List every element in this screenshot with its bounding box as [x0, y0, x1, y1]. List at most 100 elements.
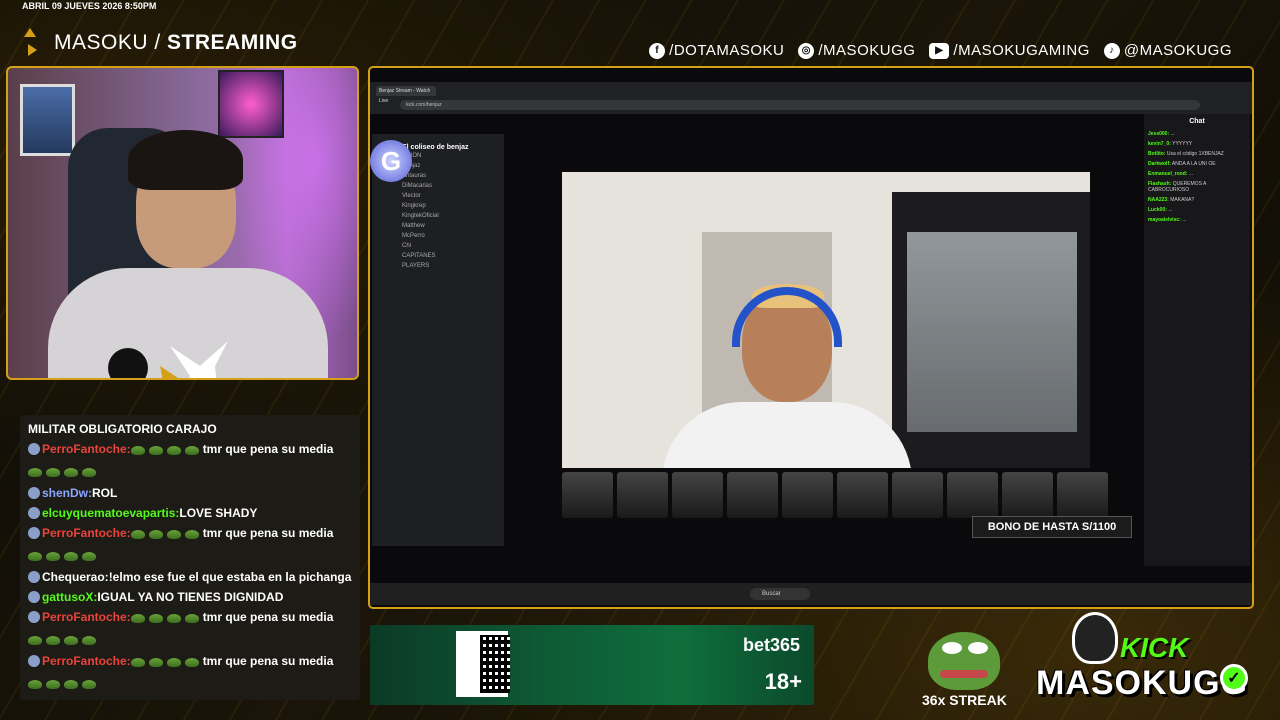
kick-chat-line: Flashash: QUEREMOS A CABROCURIOSO	[1148, 181, 1246, 193]
ninja-mascot-icon	[1072, 612, 1118, 664]
frog-emote-icon	[184, 614, 199, 623]
browser-bar: Benjaz Stream - Watch Live kick.com/benj…	[370, 82, 1252, 114]
sponsor-banner: bet365 18+	[370, 625, 814, 705]
discord-video	[562, 172, 1090, 468]
discord-channel[interactable]: Kingkrep	[372, 201, 504, 211]
social-handle: @MASOKUGG	[1123, 42, 1232, 59]
user-badge-icon	[28, 487, 40, 499]
user-badge-icon	[28, 571, 40, 583]
kick-chat-user[interactable]: mayoalelvisc:	[1148, 217, 1181, 223]
promo-bar: BONO DE HASTA S/1100	[972, 516, 1132, 538]
kick-chat-text: Usa el código 1XBENJAZ	[1166, 151, 1224, 157]
frog-emote-icon	[148, 446, 163, 455]
chat-message: shenDw:ROL	[28, 483, 352, 503]
youtube-icon: ▶	[929, 42, 950, 59]
chat-username[interactable]: gattusoX:	[42, 590, 97, 604]
kick-chat-line: Jess000: ...	[1148, 131, 1246, 137]
kick-chat-text: ...	[1188, 171, 1194, 177]
emote-group	[130, 653, 203, 673]
discord-channel[interactable]: CAPITANES	[372, 251, 504, 261]
participant-thumb[interactable]	[1002, 472, 1053, 518]
channel-logo-icon	[160, 341, 228, 378]
kick-chat-line: NAA223: MAKANA?	[1148, 197, 1246, 203]
participant-thumb[interactable]	[782, 472, 833, 518]
chat-username[interactable]: elcuyquematoevapartis:	[42, 506, 179, 520]
streak-label: 36x STREAK	[922, 692, 1007, 708]
kick-chat-lines: Jess000: ... kevin7_0: YYYYYY Botlito: Usa…	[1148, 131, 1246, 223]
kick-chat-user[interactable]: NAA223:	[1148, 197, 1169, 203]
participant-thumb[interactable]	[947, 472, 998, 518]
chat-username[interactable]: PerroFantoche:	[42, 610, 131, 624]
kick-chat-text: MAKANA?	[1170, 197, 1195, 203]
discord-channel[interactable]: DiMacarias	[372, 181, 504, 191]
social-link[interactable]: f/DOTAMASOKU	[649, 42, 784, 59]
frog-emote-icon	[130, 658, 145, 667]
datetime-label: ABRIL 09 JUEVES 2026 8:50PM	[22, 1, 157, 11]
discord-channel[interactable]: Matthew	[372, 221, 504, 231]
address-bar[interactable]: kick.com/benjaz	[400, 100, 1200, 110]
frog-emote-icon	[46, 552, 60, 561]
participant-thumb[interactable]	[892, 472, 943, 518]
participant-thumb[interactable]	[1057, 472, 1108, 518]
kick-chat-user[interactable]: Darkwolf:	[1148, 161, 1171, 167]
frog-emote-icon	[148, 658, 163, 667]
chat-username[interactable]: shenDw:	[42, 486, 92, 500]
kick-chat-text: ANDA A LA UNI OE	[1171, 161, 1216, 167]
discord-channel[interactable]: McPerro	[372, 231, 504, 241]
frog-emote-icon	[46, 468, 60, 477]
participant-thumb[interactable]	[727, 472, 778, 518]
discord-channel[interactable]: KingtekOficial	[372, 211, 504, 221]
chat-text: !elmo ese fue el que estaba en la pichan…	[108, 570, 352, 584]
frog-emote-icon	[130, 446, 145, 455]
chat-message: PerroFantoche: tmr que pena su media	[28, 439, 352, 483]
facebook-icon: f	[649, 42, 666, 59]
kick-chat-user[interactable]: kevin7_0:	[1148, 141, 1171, 147]
brand-title-bold: STREAMING	[167, 31, 298, 54]
chat-message: gattusoX:IGUAL YA NO TIENES DIGNIDAD	[28, 587, 352, 607]
social-link[interactable]: ♪ @MASOKUGG	[1103, 42, 1232, 59]
kick-chat-user[interactable]: Luck00:	[1148, 207, 1167, 213]
microphone	[108, 348, 148, 378]
chat-username[interactable]: Chequerao:	[42, 570, 109, 584]
kick-chat-line: mayoalelvisc: ...	[1148, 217, 1246, 223]
frog-emote-icon	[130, 614, 145, 623]
chat-text: tmr que pena su media	[202, 654, 334, 668]
browser-tab[interactable]: Benjaz Stream - Watch Live	[376, 86, 436, 104]
discord-channel[interactable]: Chi	[372, 241, 504, 251]
user-badge-icon	[28, 655, 40, 667]
user-badge-icon	[28, 591, 40, 603]
kick-chat-text: YYYYYY	[1172, 141, 1193, 147]
kick-chat-user[interactable]: Botlito:	[1148, 151, 1166, 157]
chat-message: elcuyquematoevapartis:LOVE SHADY	[28, 503, 352, 523]
frog-emote-icon	[82, 680, 96, 689]
participant-thumb[interactable]	[837, 472, 888, 518]
chat-username[interactable]: PerroFantoche:	[42, 442, 131, 456]
taskbar-search[interactable]: Buscar	[750, 588, 810, 600]
participant-thumb[interactable]	[672, 472, 723, 518]
server-logo-icon[interactable]: G	[370, 140, 412, 182]
participant-thumb[interactable]	[617, 472, 668, 518]
emote-group	[130, 609, 203, 629]
chat-username[interactable]: PerroFantoche:	[42, 526, 131, 540]
chat-message: Chequerao:!elmo ese fue el que estaba en…	[28, 567, 352, 587]
social-link[interactable]: ▶/MASOKUGAMING	[929, 42, 1090, 59]
participant-thumb[interactable]	[562, 472, 613, 518]
frog-emote-icon	[64, 468, 78, 477]
chat-username[interactable]: PerroFantoche:	[42, 654, 131, 668]
chat-text: tmr que pena su media	[202, 526, 334, 540]
frog-emote-icon	[64, 680, 78, 689]
frog-emote-icon	[82, 552, 96, 561]
frog-emote-icon	[166, 614, 181, 623]
qr-pattern	[480, 635, 510, 693]
discord-channel[interactable]: PLAYERS	[372, 261, 504, 271]
frog-emote-icon	[184, 658, 199, 667]
neon-poster	[218, 70, 284, 138]
chat-text: IGUAL YA NO TIENES DIGNIDAD	[97, 590, 284, 604]
kick-chat-header: Chat	[1189, 118, 1205, 125]
emote-group	[28, 631, 100, 651]
social-link[interactable]: ◎/MASOKUGG	[798, 42, 915, 59]
age-badge: 18+	[764, 669, 802, 694]
kick-chat-user[interactable]: Jess000:	[1148, 131, 1169, 137]
discord-channel[interactable]: Vlector	[372, 191, 504, 201]
kick-chat-user[interactable]: Enmanuel_rood:	[1148, 171, 1187, 177]
